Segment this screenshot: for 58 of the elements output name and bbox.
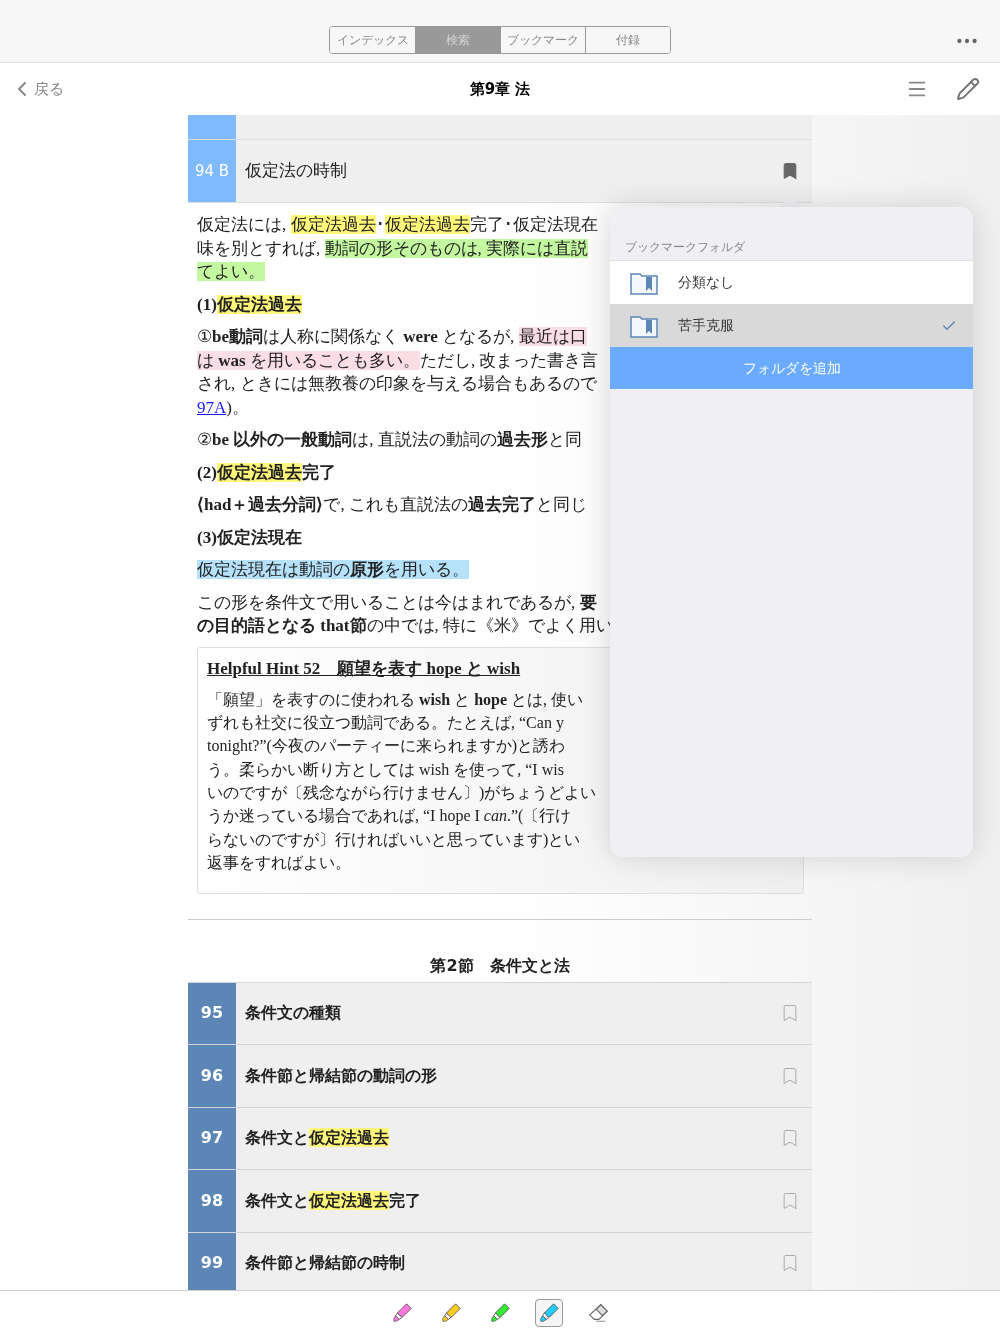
folder-item[interactable]: 苦手克服 [610,304,973,347]
entry-number: 97 [188,1107,236,1169]
entry-number: 95 [188,982,236,1044]
section-heading: (3)仮定法現在 [197,526,302,549]
back-button[interactable]: 戻る [10,77,64,101]
hint-text: ずれも社交に役立つ動詞である。たとえば, “Can y [207,712,564,734]
folder-bookmark-icon [630,270,658,295]
entry-title: 条件文と仮定法過去完了 [245,1189,422,1212]
highlighter-tool[interactable] [535,1298,563,1327]
entry-row[interactable]: 94 B 仮定法の時制 [188,140,812,203]
body-text: は was を用いることも多い。ただし, 改まった書き言 [197,349,599,372]
hint-text: う。柔らかい断り方としては wish を使って, “I wis [207,759,564,780]
entry-row[interactable]: 96 条件節と帰結節の動詞の形 [188,1044,812,1107]
highlighter-icon [489,1301,511,1324]
entry-row[interactable] [188,115,812,140]
hint-text: 「願望」を表すのに使われる wish と hope とは, 使い [207,689,584,711]
pencil-icon[interactable] [956,77,980,101]
eraser-icon [587,1301,609,1324]
section-heading: (1)仮定法過去 [197,293,302,316]
body-text: 97A)。 [197,396,249,419]
highlighter-icon [538,1301,560,1324]
body-text: され, ときには無教養の印象を与える場合もあるので [197,373,597,395]
hint-text: tonight?”(今夜のパーティーに来られますか)と誘わ [207,736,566,757]
folder-name: 苦手克服 [678,316,735,335]
entry-row[interactable]: 98 条件文と仮定法過去完了 [188,1169,812,1232]
entry-number: 96 [188,1045,236,1107]
entry-title: 条件節と帰結節の動詞の形 [245,1064,438,1087]
entry-number: 98 [188,1170,236,1232]
section-heading: (2)仮定法過去完了 [197,461,336,484]
body-text: 仮定法現在は動詞の原形を用いる。 [197,559,469,581]
entry-number: 99 [188,1232,236,1290]
body-text: ①be動詞は人称に関係なく were となるが, 最近は口 [197,326,587,348]
entry-title: 仮定法の時制 [245,159,348,183]
body-text: てよい。 [197,261,265,283]
entry-row[interactable]: 99 条件節と帰結節の時制 [188,1231,812,1290]
page-title: 第9章 法 [469,78,531,100]
hint-text: いのですが〔残念ながら行けません〕)がちょうどよい [207,783,597,804]
entry-title: 条件文の種類 [245,1002,342,1025]
entry-title: 条件節と帰結節の時制 [245,1252,406,1275]
section-title: 第2節 条件文と法 [430,954,570,977]
highlighter-icon [440,1301,462,1324]
segment-tab[interactable]: 付録 [585,27,670,53]
body-text: ⟨had＋過去分詞⟩で, これも直説法の過去完了と同じ [197,494,587,516]
hint-text: 返事をすればよい。 [207,853,351,874]
hint-title: Helpful Hint 52 願望を表す hope と wish [207,657,521,680]
body-text: 味を別とすれば, 動詞の形そのものは, 実際には直説 [197,237,588,260]
entry-title: 条件文と仮定法過去 [245,1127,390,1150]
highlighter-icon [391,1301,413,1324]
entry-row[interactable]: 97 条件文と仮定法過去 [188,1106,812,1169]
hint-text: うか迷っている場合であれば, “I hope I can.”(〔行け [207,806,572,827]
body-text: この形を条件文で用いることは今はまれであるが, 要 [197,591,597,614]
folder-bookmark-icon [630,313,658,338]
hint-text: らないのですが〕行ければいいと思っています)とい [207,829,581,851]
body-text: ②be 以外の一般動詞は, 直説法の動詞の過去形と同 [197,429,582,451]
folder-item[interactable]: 分類なし [610,261,973,304]
entry-row[interactable]: 95 条件文の種類 [188,981,812,1044]
entry-number: 94 B [188,140,236,202]
folder-name: 分類なし [678,273,735,292]
